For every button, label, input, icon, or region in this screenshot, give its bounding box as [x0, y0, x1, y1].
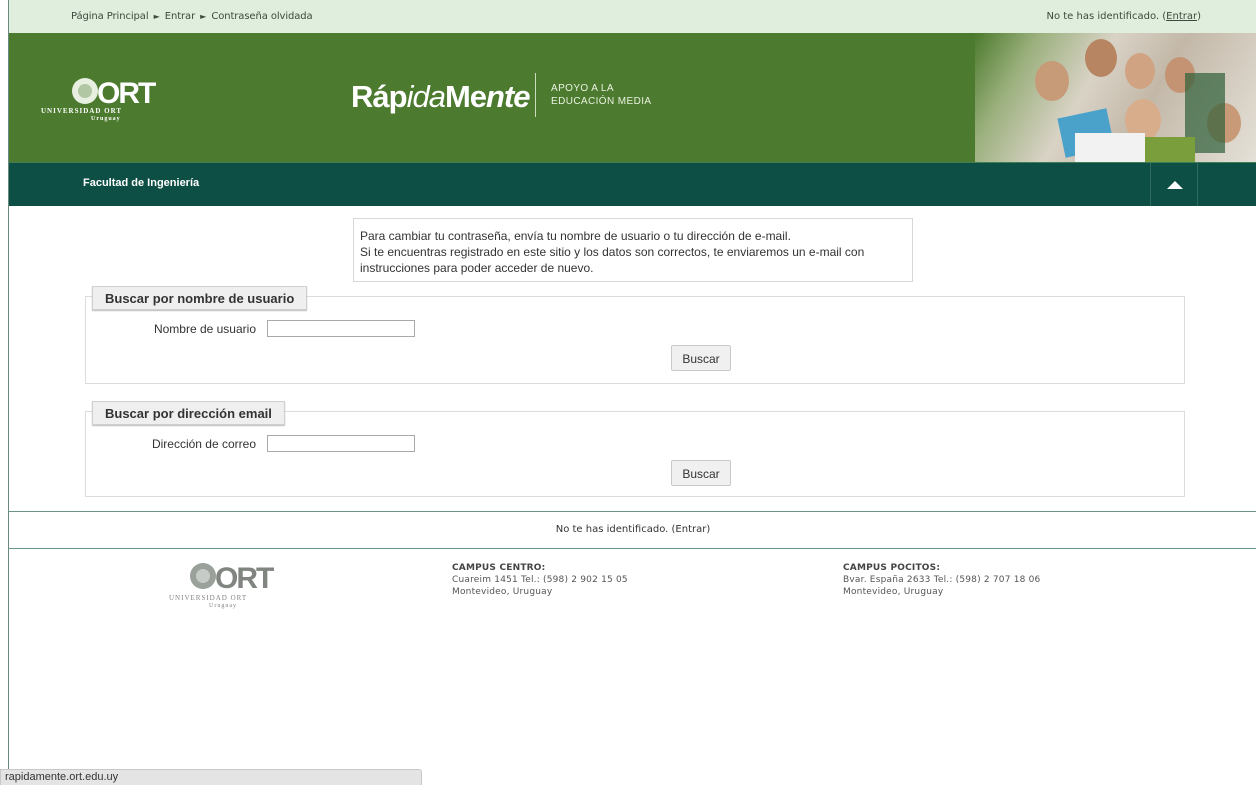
photo-face	[1035, 61, 1069, 101]
top-nav-bar: Página Principal ► Entrar ► Contraseña o…	[9, 0, 1256, 34]
search-username-button[interactable]: Buscar	[671, 345, 731, 371]
instructions-line-2: Si te encuentras registrado en este siti…	[360, 245, 865, 275]
campus-pocitos: CAMPUS POCITOS: Bvar. España 2633 Tel.: …	[843, 562, 1040, 598]
breadcrumb-login-link[interactable]: Entrar	[165, 11, 195, 22]
footer-logo-line-2: Uruguay	[209, 603, 237, 609]
ort-footer-logo[interactable]: ORT UNIVERSIDAD ORT Uruguay	[165, 558, 281, 613]
footer-logo-word: ORT	[215, 562, 274, 595]
logo-line-1: UNIVERSIDAD ORT	[41, 107, 122, 115]
search-by-email-legend[interactable]: Buscar por dirección email	[92, 401, 285, 425]
campus-centro-address: Cuareim 1451 Tel.: (598) 2 902 15 05	[452, 575, 628, 585]
campus-centro-title: CAMPUS CENTRO:	[452, 563, 546, 573]
photo-face	[1125, 53, 1155, 89]
site-header: ORT UNIVERSIDAD ORT Uruguay RápidaMente …	[9, 33, 1256, 162]
campus-centro-city: Montevideo, Uruguay	[452, 587, 553, 597]
breadcrumb: Página Principal ► Entrar ► Contraseña o…	[71, 11, 313, 22]
campus-centro: CAMPUS CENTRO: Cuareim 1451 Tel.: (598) …	[452, 562, 628, 598]
campus-pocitos-title: CAMPUS POCITOS:	[843, 563, 941, 573]
instructions-line-1: Para cambiar tu contraseña, envía tu nom…	[360, 229, 791, 243]
search-by-username-legend[interactable]: Buscar por nombre de usuario	[92, 286, 308, 310]
photo-shirt	[1145, 137, 1195, 162]
breadcrumb-separator: ►	[153, 12, 160, 21]
ort-logo-icon: ORT UNIVERSIDAD ORT Uruguay	[41, 77, 158, 122]
brand-tagline: APOYO A LA EDUCACIÓN MEDIA	[551, 83, 652, 107]
collapse-header-button[interactable]	[1150, 163, 1198, 206]
ort-footer-logo-icon: ORT UNIVERSIDAD ORT Uruguay	[169, 562, 276, 609]
triangle-up-icon	[1167, 181, 1183, 189]
ort-logo[interactable]: ORT UNIVERSIDAD ORT Uruguay	[39, 73, 169, 128]
login-status-top: No te has identificado. (Entrar)	[1046, 11, 1201, 22]
breadcrumb-current: Contraseña olvidada	[211, 11, 313, 22]
footer-login-link[interactable]: No te has identificado. (Entrar)	[556, 524, 711, 535]
login-status-close: )	[1197, 11, 1201, 22]
logo-word: ORT	[97, 77, 156, 110]
breadcrumb-home-link[interactable]: Página Principal	[71, 11, 149, 22]
breadcrumb-separator: ►	[200, 12, 207, 21]
search-by-email-fieldset: Buscar por dirección email Dirección de …	[85, 401, 1185, 497]
students-photo	[975, 33, 1256, 162]
email-label: Dirección de correo	[151, 437, 256, 451]
campus-pocitos-address: Bvar. España 2633 Tel.: (598) 2 707 18 0…	[843, 575, 1041, 585]
username-input[interactable]	[267, 320, 415, 337]
footer-divider	[9, 548, 1256, 549]
email-input[interactable]	[267, 435, 415, 452]
brand-divider	[535, 73, 536, 117]
footer-login-status: No te has identificado. (Entrar)	[9, 524, 1256, 535]
instructions-box: Para cambiar tu contraseña, envía tu nom…	[353, 218, 913, 282]
login-status-text: No te has identificado. (	[1046, 11, 1167, 22]
browser-status-bar: rapidamente.ort.edu.uy	[0, 769, 422, 785]
search-email-button[interactable]: Buscar	[671, 460, 731, 486]
footer-logo-line-1: UNIVERSIDAD ORT	[169, 594, 247, 602]
brand-name: RápidaMente	[351, 79, 531, 114]
section-title[interactable]: Facultad de Ingeniería	[83, 177, 199, 189]
photo-shirt	[1075, 133, 1145, 162]
username-label: Nombre de usuario	[153, 322, 256, 336]
footer-divider	[9, 511, 1256, 512]
login-link[interactable]: Entrar	[1166, 11, 1197, 22]
section-bar: Facultad de Ingeniería	[9, 162, 1256, 206]
page-frame: Página Principal ► Entrar ► Contraseña o…	[8, 0, 1256, 785]
photo-face	[1085, 39, 1117, 77]
campus-pocitos-city: Montevideo, Uruguay	[843, 587, 944, 597]
search-by-username-fieldset: Buscar por nombre de usuario Nombre de u…	[85, 286, 1185, 384]
logo-line-2: Uruguay	[91, 116, 121, 122]
